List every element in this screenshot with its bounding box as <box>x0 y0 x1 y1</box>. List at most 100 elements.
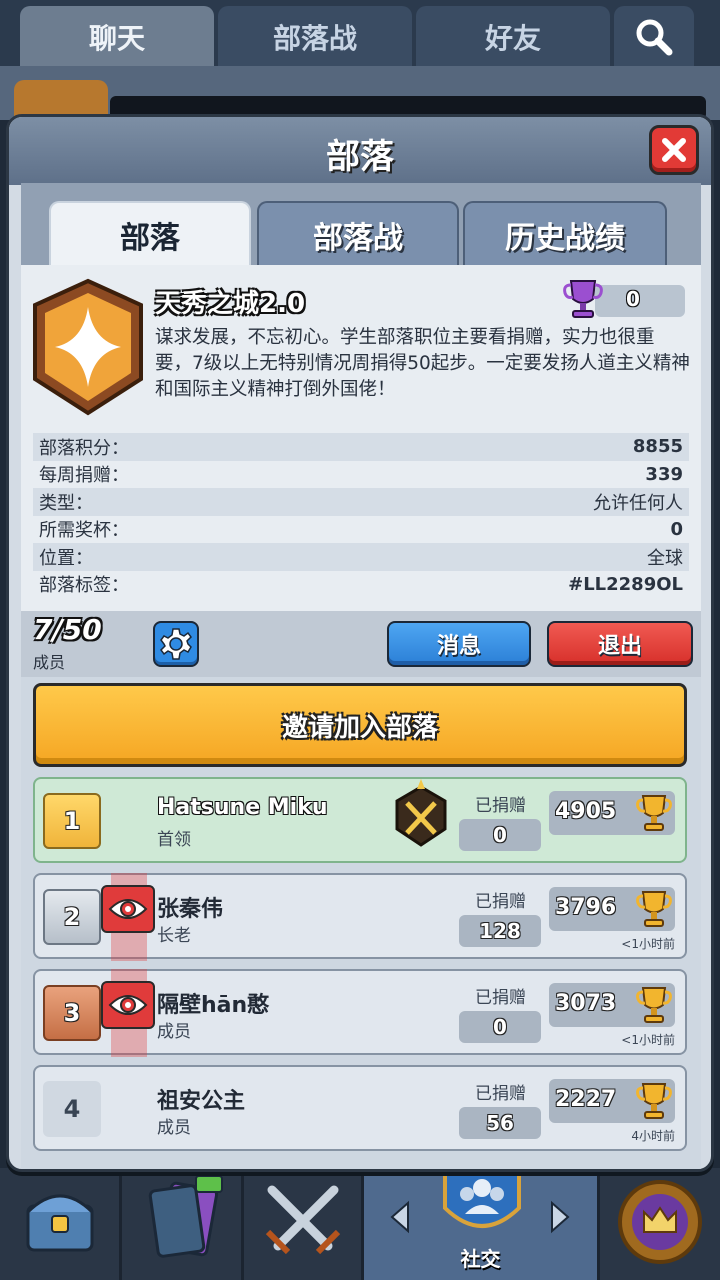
rank-badge: 1 <box>43 793 101 849</box>
tab-clan-war[interactable]: 部落战 <box>257 201 459 267</box>
tab-friends-label: 好友 <box>484 22 541 55</box>
stat-label: 每周捐赠： <box>39 465 129 487</box>
clan-info-panel: 天秀之城2.0 0 谋求发展，不忘初心。学生部落职位主要看捐赠，实力也很重要，7… <box>21 265 701 611</box>
donated-value: 0 <box>459 1011 541 1043</box>
leave-button-label: 退出 <box>597 634 642 659</box>
invite-to-clan-button[interactable]: 邀请加入部落 <box>33 683 687 767</box>
member-list: 邀请加入部落 1 Hatsune Miku 首领 已捐赠 0 4905 2 张秦… <box>21 677 701 1169</box>
spectate-button[interactable] <box>101 885 155 933</box>
bottom-nav: 社交 <box>0 1168 720 1280</box>
trophy-count: 3796 <box>555 895 617 920</box>
clan-description: 谋求发展，不忘初心。学生部落职位主要看捐赠，实力也很重要，7级以上无特别情况周捐… <box>155 327 690 400</box>
trophy-icon <box>636 795 672 831</box>
spectate-button[interactable] <box>101 981 155 1029</box>
nav-shop[interactable] <box>0 1168 122 1280</box>
clan-badge-icon <box>33 278 143 416</box>
tab-clan-war-top-label: 部落战 <box>272 22 357 55</box>
member-row[interactable]: 4 祖安公主 成员 已捐赠 56 2227 4小时前 <box>33 1065 687 1151</box>
clan-trophy-value: 0 <box>626 287 640 311</box>
member-row[interactable]: 3 隔壁hān憨 成员 已捐赠 0 3073 <1小时前 <box>33 969 687 1057</box>
last-seen: 4小时前 <box>631 1129 675 1143</box>
message-button[interactable]: 消息 <box>387 621 531 667</box>
member-row[interactable]: 2 张秦伟 长老 已捐赠 128 3796 <1小时前 <box>33 873 687 961</box>
tab-clan[interactable]: 部落 <box>49 201 251 267</box>
dialog-title: 部落 <box>326 137 394 177</box>
close-button[interactable] <box>649 125 699 175</box>
stat-row-type: 类型： 允许任何人 <box>33 488 689 516</box>
settings-button[interactable] <box>153 621 199 667</box>
stat-label: 所需奖杯： <box>39 520 129 542</box>
tab-clan-war-top[interactable]: 部落战 <box>218 6 412 68</box>
stat-row-clan-tag: 部落标签： #LL2289OL <box>33 571 689 599</box>
nav-battle[interactable] <box>244 1168 364 1280</box>
chest-icon <box>26 1194 94 1252</box>
message-button-label: 消息 <box>436 634 481 659</box>
member-role: 成员 <box>157 1022 191 1042</box>
search-button[interactable] <box>614 6 694 68</box>
member-count-label: 成员 <box>33 653 66 672</box>
nav-tournament[interactable] <box>600 1168 720 1280</box>
gear-icon <box>160 628 192 660</box>
tab-war-history[interactable]: 历史战绩 <box>463 201 667 267</box>
tab-clan-war-label: 部落战 <box>313 221 403 256</box>
donated-label: 已捐赠 <box>475 1084 526 1104</box>
cards-icon <box>148 1175 223 1258</box>
nav-social-label: 社交 <box>460 1247 501 1271</box>
tab-chat-label: 聊天 <box>88 22 145 55</box>
member-name: 祖安公主 <box>157 1089 246 1114</box>
arrow-right-icon <box>551 1200 570 1234</box>
eye-icon <box>108 995 148 1015</box>
tab-friends[interactable]: 好友 <box>416 6 610 68</box>
dialog-tab-strip: 部落 部落战 历史战绩 <box>21 183 701 267</box>
tab-war-history-label: 历史战绩 <box>505 221 625 256</box>
tab-clan-label: 部落 <box>120 221 180 256</box>
stat-label: 部落积分： <box>39 437 129 459</box>
tab-chat[interactable]: 聊天 <box>20 6 214 68</box>
stat-label: 类型： <box>39 492 93 514</box>
clan-name: 天秀之城2.0 <box>155 289 306 319</box>
stat-value: 允许任何人 <box>593 492 683 514</box>
stat-row-location: 位置： 全球 <box>33 543 689 571</box>
nav-cards[interactable] <box>122 1168 244 1280</box>
donated-value: 128 <box>459 915 541 947</box>
stat-label: 位置： <box>39 547 93 569</box>
rank-badge: 3 <box>43 985 101 1041</box>
stat-row-score: 部落积分： 8855 <box>33 433 689 461</box>
search-icon <box>636 19 673 56</box>
member-role: 首领 <box>157 830 191 850</box>
trophy-count: 3073 <box>555 991 617 1016</box>
member-count: 7/50 <box>33 613 102 646</box>
stat-value: 339 <box>645 463 683 485</box>
member-row[interactable]: 1 Hatsune Miku 首领 已捐赠 0 4905 <box>33 777 687 863</box>
stat-value[interactable]: #LL2289OL <box>568 574 683 595</box>
trophy-count: 4905 <box>555 799 617 824</box>
war-leader-icon <box>395 779 447 847</box>
member-role: 成员 <box>157 1118 191 1138</box>
eye-icon <box>108 899 148 919</box>
last-seen: <1小时前 <box>621 1033 675 1047</box>
stat-value: 8855 <box>632 436 683 458</box>
donated-label: 已捐赠 <box>475 892 526 912</box>
stat-value: 0 <box>670 518 683 540</box>
stat-value: 全球 <box>647 547 683 569</box>
nav-social[interactable]: 社交 <box>364 1168 600 1280</box>
member-name: 张秦伟 <box>157 897 224 922</box>
dialog-title-bar: 部落 <box>9 117 711 185</box>
member-name: Hatsune Miku <box>157 795 328 820</box>
donated-value: 0 <box>459 819 541 851</box>
top-tab-bar: 聊天 部落战 好友 <box>0 0 720 68</box>
rank-badge: 2 <box>43 889 101 945</box>
donated-label: 已捐赠 <box>475 796 526 816</box>
last-seen: <1小时前 <box>621 937 675 951</box>
stat-row-weekly-donations: 每周捐赠： 339 <box>33 461 689 489</box>
leave-button[interactable]: 退出 <box>547 621 693 667</box>
member-name: 隔壁hān憨 <box>157 993 270 1018</box>
clan-icon <box>443 1168 521 1228</box>
trophy-icon <box>636 1083 672 1119</box>
trophy-icon <box>563 280 603 318</box>
arrow-left-icon <box>390 1200 409 1234</box>
donated-label: 已捐赠 <box>475 988 526 1008</box>
stat-row-required-trophies: 所需奖杯： 0 <box>33 516 689 544</box>
crown-icon <box>618 1180 702 1264</box>
trophy-count: 2227 <box>555 1087 617 1112</box>
